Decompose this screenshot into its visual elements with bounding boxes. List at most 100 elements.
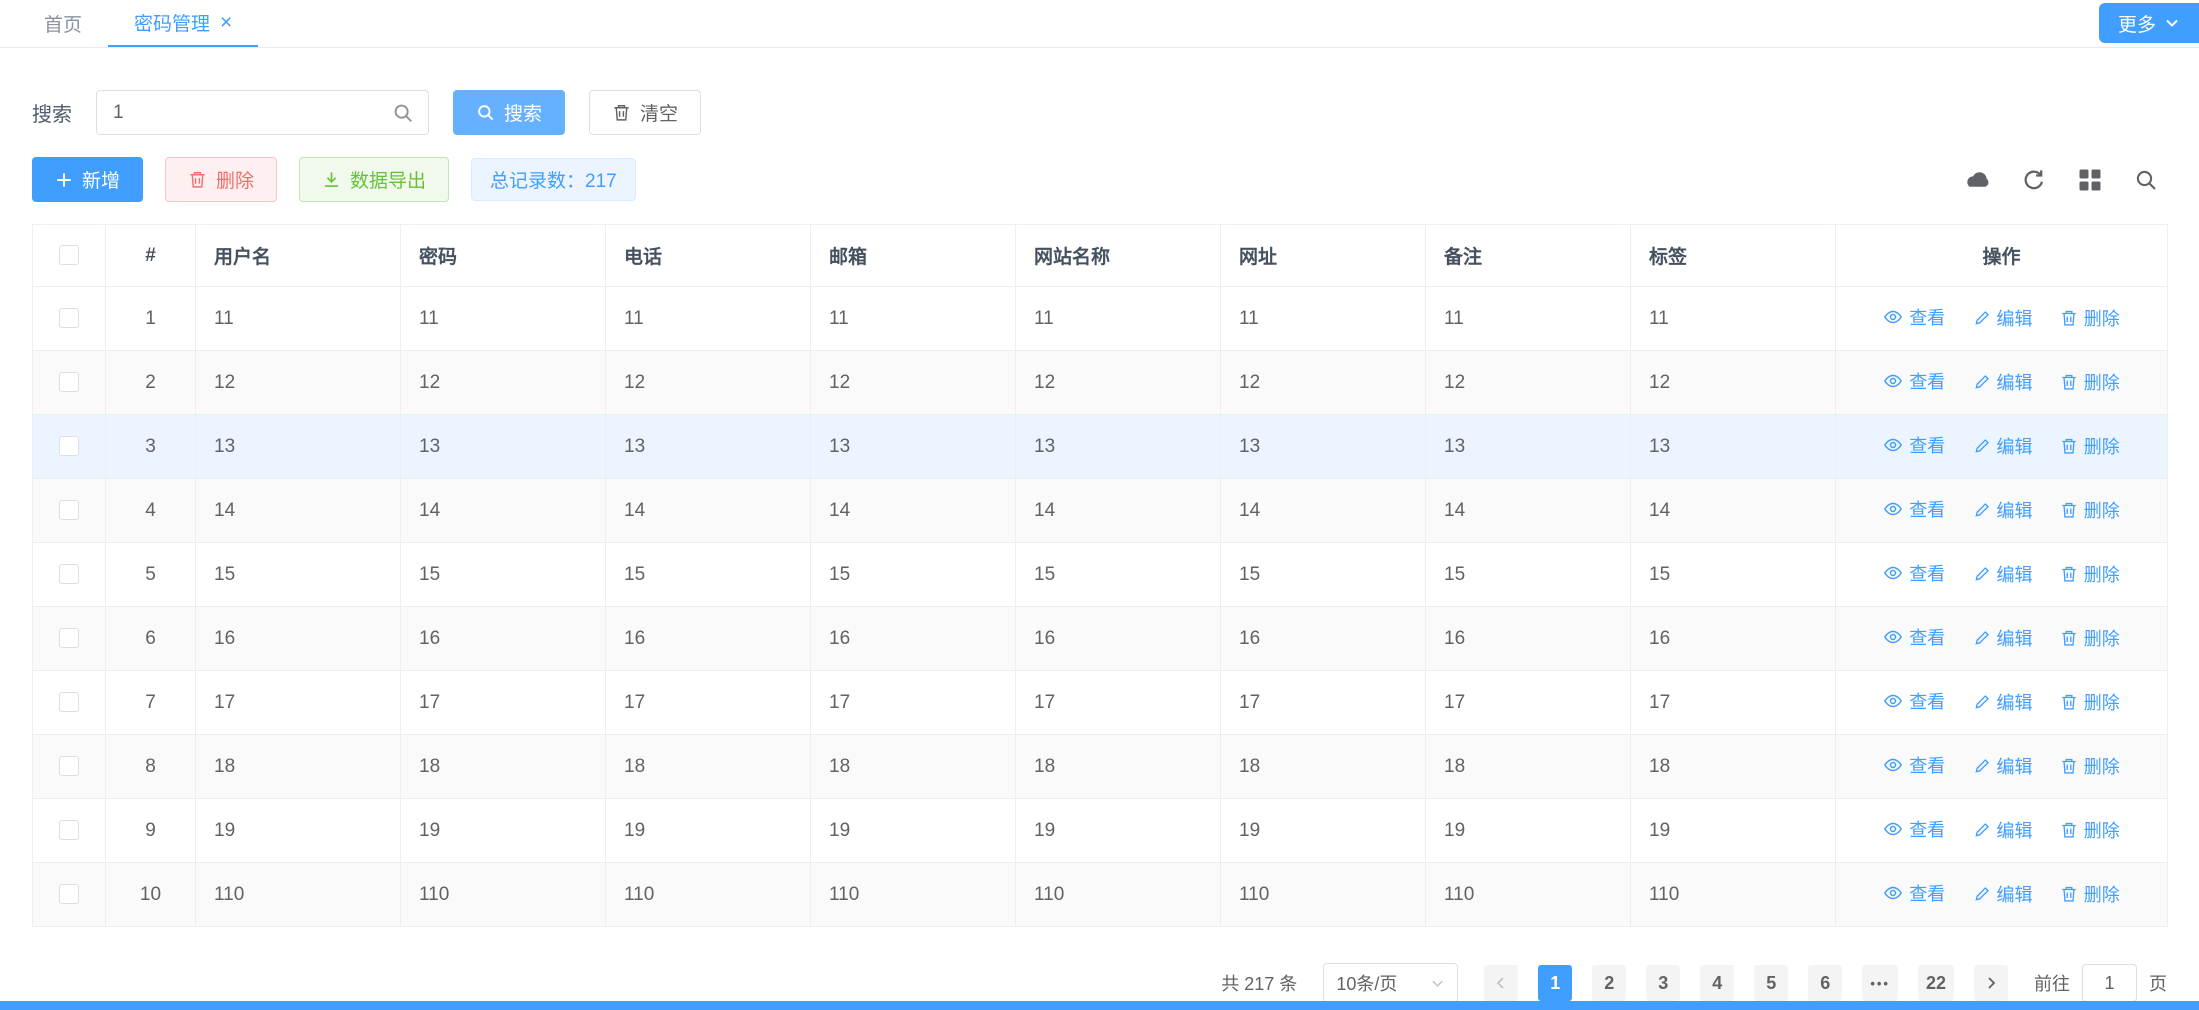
view-link[interactable]: 查看	[1883, 624, 1945, 650]
page-button-4[interactable]: 4	[1700, 965, 1734, 1001]
view-link[interactable]: 查看	[1883, 816, 1945, 842]
more-button[interactable]: 更多	[2099, 3, 2199, 43]
export-button[interactable]: 数据导出	[299, 157, 449, 202]
view-link[interactable]: 查看	[1883, 560, 1945, 586]
column-header: 标签	[1631, 225, 1836, 287]
column-header: 网站名称	[1016, 225, 1221, 287]
table-row[interactable]: 2 12 12 12 12 12 12 12 12 查看 编辑 删除	[33, 351, 2168, 415]
delete-link[interactable]: 删除	[2060, 881, 2120, 907]
view-link-label: 查看	[1909, 816, 1945, 842]
row-select-cell	[33, 287, 106, 351]
page-button-1[interactable]: 1	[1538, 965, 1572, 1001]
view-link[interactable]: 查看	[1883, 432, 1945, 458]
row-select-cell	[33, 735, 106, 799]
table-row[interactable]: 1 11 11 11 11 11 11 11 11 查看 编辑 删除	[33, 287, 2168, 351]
tab-home[interactable]: 首页	[18, 0, 108, 47]
row-index-cell: 8	[106, 735, 196, 799]
next-page-button[interactable]	[1974, 965, 2008, 1001]
row-checkbox[interactable]	[59, 500, 79, 520]
custom-columns-button[interactable]	[2069, 159, 2111, 201]
phone-cell: 17	[606, 671, 811, 735]
edit-link[interactable]: 编辑	[1973, 561, 2033, 587]
page-button-5[interactable]: 5	[1754, 965, 1788, 1001]
delete-link[interactable]: 删除	[2060, 689, 2120, 715]
view-link[interactable]: 查看	[1883, 304, 1945, 330]
tab-password-manager[interactable]: 密码管理 ×	[108, 0, 258, 47]
delete-link[interactable]: 删除	[2060, 625, 2120, 651]
table-row[interactable]: 6 16 16 16 16 16 16 16 16 查看 编辑 删除	[33, 607, 2168, 671]
url-cell: 16	[1221, 607, 1426, 671]
table-row[interactable]: 9 19 19 19 19 19 19 19 19 查看 编辑 删除	[33, 799, 2168, 863]
chevron-right-icon	[1983, 975, 1999, 991]
view-link[interactable]: 查看	[1883, 496, 1945, 522]
view-link[interactable]: 查看	[1883, 752, 1945, 778]
delete-link[interactable]: 删除	[2060, 817, 2120, 843]
delete-link[interactable]: 删除	[2060, 433, 2120, 459]
row-checkbox[interactable]	[59, 308, 79, 328]
delete-button[interactable]: 删除	[165, 157, 277, 202]
table-row[interactable]: 10 110 110 110 110 110 110 110 110 查看 编辑…	[33, 863, 2168, 927]
edit-link-label: 编辑	[1997, 433, 2033, 459]
pencil-icon	[1973, 501, 1991, 519]
row-checkbox[interactable]	[59, 628, 79, 648]
search-input[interactable]	[97, 102, 392, 124]
page-button-3[interactable]: 3	[1646, 965, 1680, 1001]
remark-cell: 18	[1426, 735, 1631, 799]
edit-link[interactable]: 编辑	[1973, 753, 2033, 779]
table-row[interactable]: 4 14 14 14 14 14 14 14 14 查看 编辑 删除	[33, 479, 2168, 543]
delete-link[interactable]: 删除	[2060, 561, 2120, 587]
search-icon	[476, 103, 495, 122]
row-checkbox[interactable]	[59, 564, 79, 584]
select-all-checkbox[interactable]	[59, 245, 79, 265]
edit-link[interactable]: 编辑	[1973, 689, 2033, 715]
edit-link[interactable]: 编辑	[1973, 817, 2033, 843]
close-tab-icon[interactable]: ×	[220, 12, 232, 33]
row-checkbox[interactable]	[59, 820, 79, 840]
remark-cell: 19	[1426, 799, 1631, 863]
row-checkbox[interactable]	[59, 884, 79, 904]
page-size-select[interactable]: 10条/页	[1323, 963, 1458, 1003]
edit-link[interactable]: 编辑	[1973, 497, 2033, 523]
delete-link[interactable]: 删除	[2060, 753, 2120, 779]
page-button-2[interactable]: 2	[1592, 965, 1626, 1001]
table-row[interactable]: 5 15 15 15 15 15 15 15 15 查看 编辑 删除	[33, 543, 2168, 607]
delete-link[interactable]: 删除	[2060, 369, 2120, 395]
row-checkbox[interactable]	[59, 692, 79, 712]
column-header: 电话	[606, 225, 811, 287]
table-row[interactable]: 3 13 13 13 13 13 13 13 13 查看 编辑 删除	[33, 415, 2168, 479]
table-row[interactable]: 7 17 17 17 17 17 17 17 17 查看 编辑 删除	[33, 671, 2168, 735]
edit-link[interactable]: 编辑	[1973, 625, 2033, 651]
view-link[interactable]: 查看	[1883, 688, 1945, 714]
clear-button[interactable]: 清空	[589, 90, 701, 135]
search-button[interactable]: 搜索	[453, 90, 565, 135]
delete-link[interactable]: 删除	[2060, 497, 2120, 523]
email-cell: 18	[811, 735, 1016, 799]
toolbar-row: 新增 删除 数据导出 总记录数：217	[32, 157, 2167, 202]
goto-page-input[interactable]	[2082, 964, 2137, 1002]
add-button[interactable]: 新增	[32, 157, 143, 202]
delete-link[interactable]: 删除	[2060, 305, 2120, 331]
view-link[interactable]: 查看	[1883, 880, 1945, 906]
prev-page-button[interactable]	[1484, 965, 1518, 1001]
row-checkbox[interactable]	[59, 372, 79, 392]
column-header: 备注	[1426, 225, 1631, 287]
page-button-22[interactable]: 22	[1918, 965, 1954, 1001]
row-checkbox[interactable]	[59, 436, 79, 456]
page-button-6[interactable]: 6	[1808, 965, 1842, 1001]
view-link[interactable]: 查看	[1883, 368, 1945, 394]
edit-link[interactable]: 编辑	[1973, 433, 2033, 459]
email-cell: 16	[811, 607, 1016, 671]
table-row[interactable]: 8 18 18 18 18 18 18 18 18 查看 编辑 删除	[33, 735, 2168, 799]
url-cell: 18	[1221, 735, 1426, 799]
edit-link[interactable]: 编辑	[1973, 881, 2033, 907]
edit-link[interactable]: 编辑	[1973, 305, 2033, 331]
row-index-cell: 1	[106, 287, 196, 351]
row-checkbox[interactable]	[59, 756, 79, 776]
row-actions-cell: 查看 编辑 删除	[1836, 415, 2168, 479]
refresh-button[interactable]	[2013, 159, 2055, 201]
pencil-icon	[1973, 373, 1991, 391]
zoom-button[interactable]	[2125, 159, 2167, 201]
edit-link[interactable]: 编辑	[1973, 369, 2033, 395]
export-cloud-button[interactable]	[1957, 159, 1999, 201]
pager-more-button[interactable]: •••	[1862, 965, 1898, 1001]
